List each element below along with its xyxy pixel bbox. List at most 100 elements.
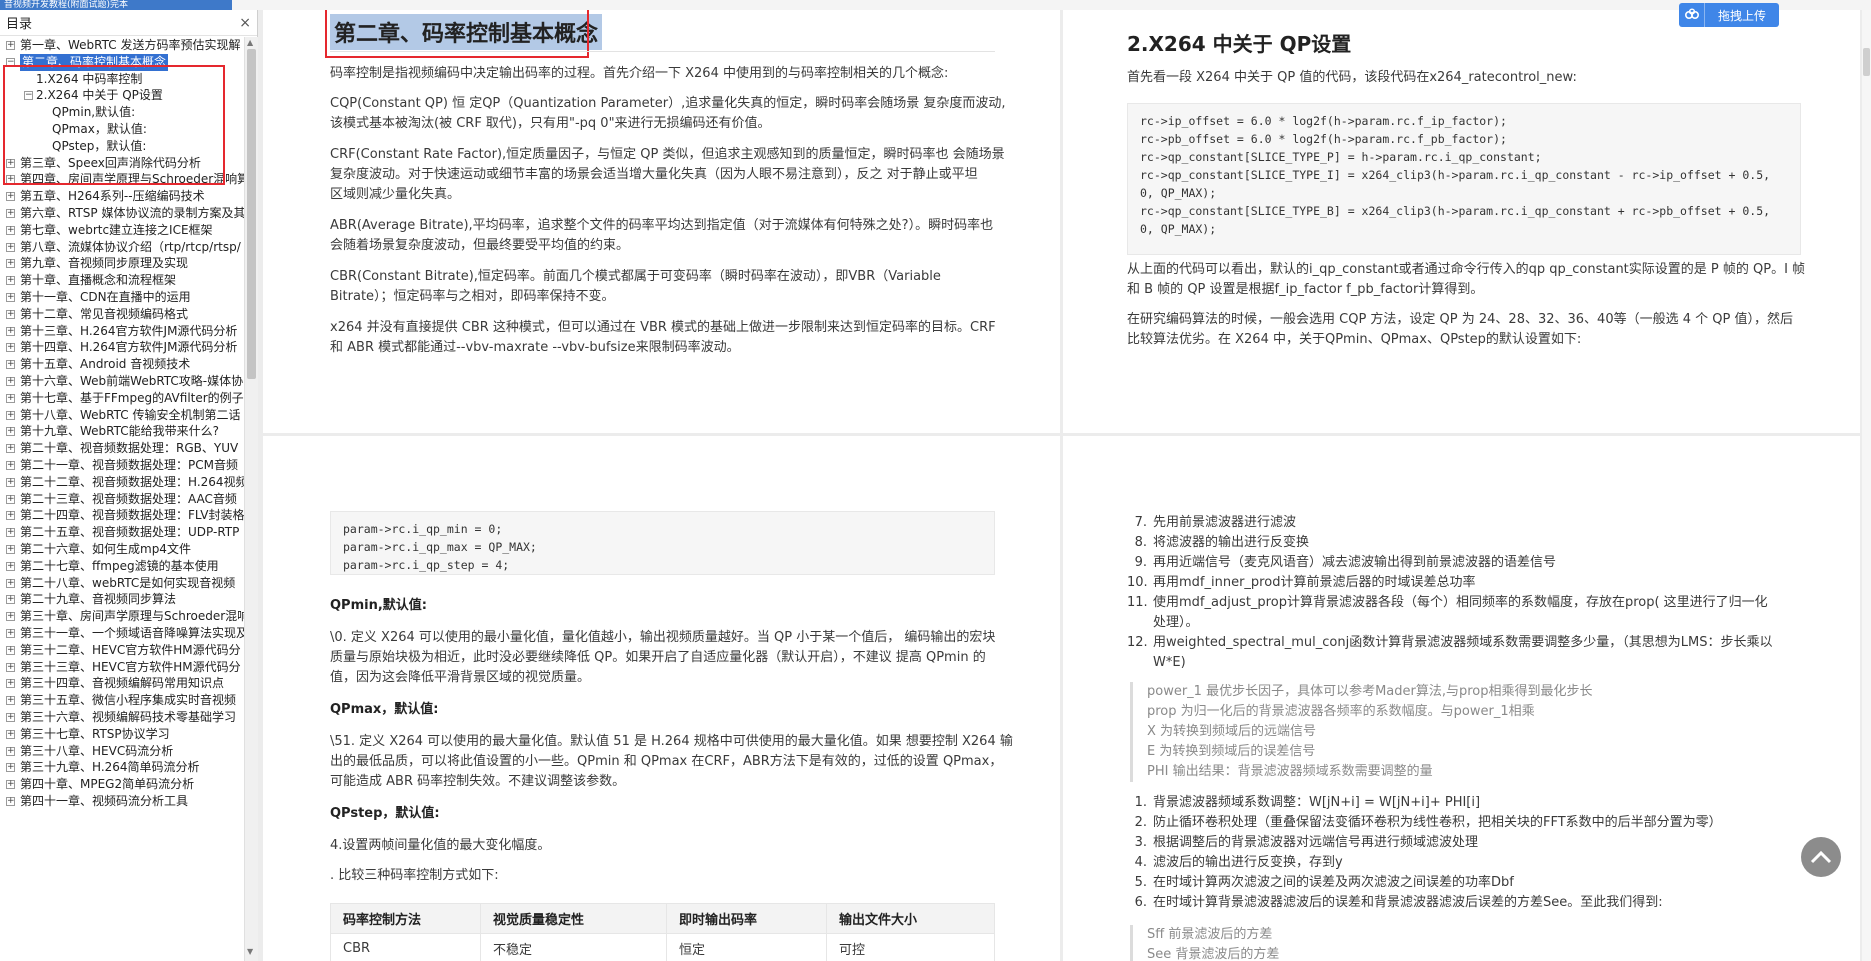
toc-item[interactable]: + 第六章、RTSP 媒体协议流的录制方案及其 (0, 205, 244, 222)
toc-item[interactable]: + 第二十一章、视音频数据处理：PCM音频 (0, 457, 244, 474)
toc-item[interactable]: + 第三十六章、视频编解码技术零基础学习 (0, 709, 244, 726)
collapse-icon[interactable]: − (24, 91, 33, 101)
expand-icon[interactable]: + (6, 780, 15, 790)
expand-icon[interactable]: + (6, 561, 15, 571)
expand-icon[interactable]: + (6, 209, 15, 218)
expand-icon[interactable]: + (6, 511, 15, 521)
toc-item[interactable]: + 第三十八章、HEVC码流分析 (0, 743, 244, 760)
expand-icon[interactable]: + (6, 595, 15, 605)
toc-item[interactable]: + 第九章、音视频同步原理及实现 (0, 255, 244, 272)
expand-icon[interactable]: + (6, 377, 15, 386)
expand-icon[interactable]: + (6, 763, 15, 773)
toc-item[interactable]: + 第三十一章、一个频域语音降噪算法实现及 (0, 625, 244, 642)
scroll-up-icon[interactable]: ▲ (247, 38, 253, 47)
toc-item[interactable]: + 第四章、房间声学原理与Schroeder混响算 (0, 171, 244, 188)
back-to-top-button[interactable] (1801, 837, 1841, 877)
expand-icon[interactable]: + (6, 293, 15, 302)
expand-icon[interactable]: + (6, 494, 15, 504)
expand-icon[interactable]: + (6, 629, 15, 638)
toc-scroll-thumb[interactable] (247, 49, 256, 379)
toc-item[interactable]: + 第十章、直播概念和流程框架 (0, 272, 244, 289)
toc-item[interactable]: + 第五章、H264系列--压缩编码技术 (0, 188, 244, 205)
expand-icon[interactable]: + (6, 713, 15, 722)
expand-icon[interactable]: + (6, 729, 15, 739)
expand-icon[interactable]: + (6, 578, 15, 588)
expand-icon[interactable]: + (6, 528, 15, 538)
expand-icon[interactable]: + (6, 477, 15, 487)
toc-item[interactable]: + 第三十九章、H.264简单码流分析 (0, 759, 244, 776)
scroll-down-icon[interactable]: ▼ (247, 947, 253, 956)
expand-icon[interactable]: + (6, 746, 15, 756)
toc-item[interactable]: + 第十九章、WebRTC能给我带来什么? (0, 423, 244, 440)
toc-item[interactable]: −2.X264 中关于 QP设置 (0, 87, 244, 104)
document-tab[interactable]: 音视频开发教程(附面试题)完本 (0, 0, 232, 10)
toc-item[interactable]: + 第二十九章、音视频同步算法 (0, 591, 244, 608)
toc-item[interactable]: + 第十一章、CDN在直播中的运用 (0, 289, 244, 306)
toc-item[interactable]: + 第一章、WebRTC 发送方码率预估实现解 (0, 37, 244, 54)
toc-item[interactable]: + 第七章、webrtc建立连接之ICE框架 (0, 222, 244, 239)
toc-item[interactable]: + 第四十一章、视频码流分析工具 (0, 793, 244, 810)
expand-icon[interactable]: + (6, 696, 15, 706)
toc-item[interactable]: + 第二十章、视音频数据处理：RGB、YUV (0, 440, 244, 457)
expand-icon[interactable]: + (6, 410, 15, 420)
toc-item[interactable]: + 第十四章、H.264官方软件JM源代码分析 (0, 339, 244, 356)
toc-item[interactable]: + 第二十四章、视音频数据处理：FLV封装格 (0, 507, 244, 524)
toc-item[interactable]: + 第三十章、房间声学原理与Schroeder混响 (0, 608, 244, 625)
toc-item[interactable]: + 第十七章、基于FFmpeg的AVfilter的例子 (0, 390, 244, 407)
document-scrollbar[interactable] (1862, 10, 1871, 961)
toc-item[interactable]: + 第三章、Speex回声消除代码分析 (0, 155, 244, 172)
toc-item[interactable]: 1.X264 中码率控制 (0, 71, 244, 88)
close-icon[interactable]: × (239, 15, 251, 31)
expand-icon[interactable]: + (6, 427, 15, 437)
toc-item[interactable]: QPmax，默认值: (0, 121, 244, 138)
expand-icon[interactable]: + (6, 41, 15, 50)
expand-icon[interactable]: + (6, 612, 15, 622)
expand-icon[interactable]: + (6, 679, 15, 689)
toc-item[interactable]: + 第三十五章、微信小程序集成实时音视频 (0, 692, 244, 709)
toc-item[interactable]: + 第十六章、Web前端WebRTC攻略-媒体协 (0, 373, 244, 390)
expand-icon[interactable]: + (6, 276, 15, 286)
toc-scrollbar[interactable]: ▲ ▼ (244, 37, 258, 961)
toc-item[interactable]: + 第二十五章、视音频数据处理：UDP-RTP (0, 524, 244, 541)
expand-icon[interactable]: + (6, 360, 15, 370)
expand-icon[interactable]: + (6, 797, 15, 806)
toc-item-label: 第二十五章、视音频数据处理：UDP-RTP (20, 525, 240, 540)
expand-icon[interactable]: + (6, 158, 15, 168)
expand-icon[interactable]: + (6, 309, 15, 319)
expand-icon[interactable]: + (6, 242, 15, 252)
expand-icon[interactable]: + (6, 393, 15, 403)
toc-item[interactable]: + 第十二章、常见音视频编码格式 (0, 306, 244, 323)
toc-item[interactable]: + 第二十八章、webRTC是如何实现音视频 (0, 575, 244, 592)
toc-item[interactable]: QPstep，默认值: (0, 138, 244, 155)
expand-icon[interactable]: + (6, 444, 15, 454)
expand-icon[interactable]: + (6, 662, 15, 672)
expand-icon[interactable]: + (6, 343, 15, 353)
toc-item[interactable]: QPmin,默认值: (0, 104, 244, 121)
toc-item[interactable]: + 第四十章、MPEG2简单码流分析 (0, 776, 244, 793)
toc-item[interactable]: − 第二章、码率控制基本概念 (0, 53, 244, 71)
toc-item[interactable]: + 第二十三章、视音频数据处理：AAC音频 (0, 491, 244, 508)
toc-item[interactable]: + 第三十二章、HEVC官方软件HM源代码分 (0, 642, 244, 659)
toc-item[interactable]: + 第二十七章、ffmpeg滤镜的基本使用 (0, 558, 244, 575)
expand-icon[interactable]: + (6, 461, 15, 470)
toc-item[interactable]: + 第三十三章、HEVC官方软件HM源代码分 (0, 659, 244, 676)
toc-item[interactable]: + 第二十二章、视音频数据处理：H.264视频 (0, 474, 244, 491)
toc-item[interactable]: + 第二十六章、如何生成mp4文件 (0, 541, 244, 558)
expand-icon[interactable]: + (6, 326, 15, 336)
toc-item[interactable]: + 第十八章、WebRTC 传输安全机制第二话 (0, 407, 244, 424)
upload-button[interactable]: 拖拽上传 (1679, 3, 1779, 27)
expand-icon[interactable]: + (6, 645, 15, 655)
expand-icon[interactable]: + (6, 192, 15, 202)
toc-item[interactable]: + 第三十七章、RTSP协议学习 (0, 726, 244, 743)
toc-item-label: 第九章、音视频同步原理及实现 (20, 256, 189, 271)
toc-item[interactable]: + 第三十四章、音视频编解码常用知识点 (0, 675, 244, 692)
expand-icon[interactable]: + (6, 225, 15, 235)
expand-icon[interactable]: + (6, 259, 15, 269)
collapse-icon[interactable]: − (6, 57, 15, 67)
toc-item[interactable]: + 第十五章、Android 音视频技术 (0, 356, 244, 373)
toc-item[interactable]: + 第八章、流媒体协议介绍（rtp/rtcp/rtsp/ (0, 239, 244, 256)
expand-icon[interactable]: + (6, 545, 15, 554)
document-scroll-thumb[interactable] (1863, 48, 1870, 76)
expand-icon[interactable]: + (6, 175, 15, 185)
toc-item[interactable]: + 第十三章、H.264官方软件JM源代码分析 (0, 323, 244, 340)
